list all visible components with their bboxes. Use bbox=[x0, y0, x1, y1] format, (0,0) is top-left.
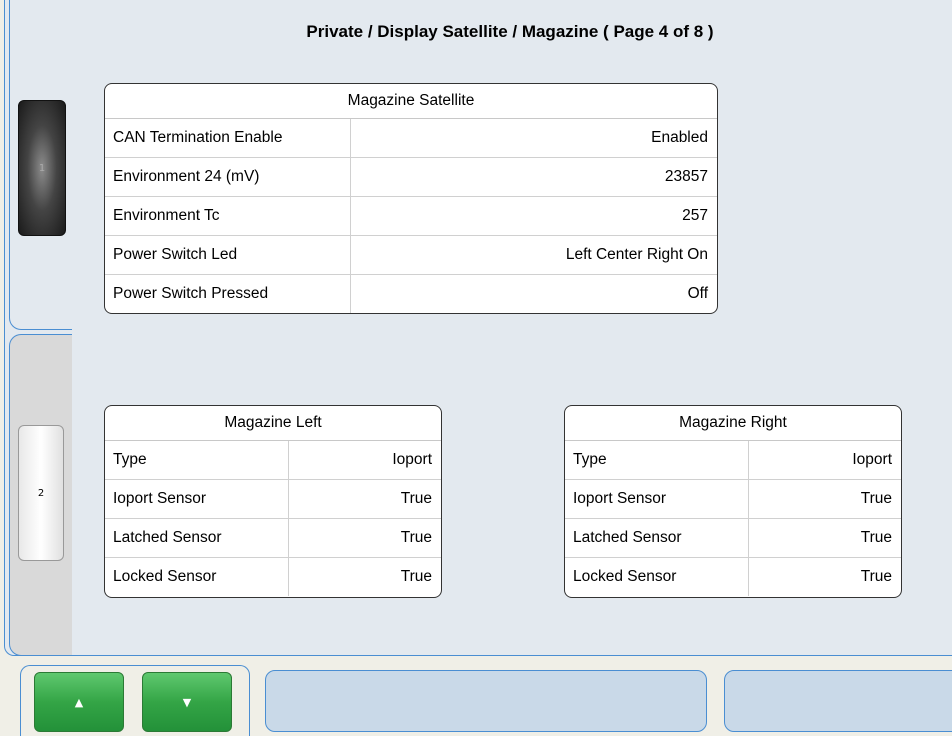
status-bar-center bbox=[265, 670, 707, 732]
row-label: Ioport Sensor bbox=[105, 480, 289, 518]
row-value: 23857 bbox=[664, 168, 708, 185]
row-label: Type bbox=[105, 441, 289, 479]
arrow-up-icon: ▲ bbox=[74, 695, 84, 709]
row-label: Environment 24 (mV) bbox=[105, 158, 351, 196]
table-row: CAN Termination Enable Enabled bbox=[105, 119, 717, 158]
row-label: Latched Sensor bbox=[565, 519, 749, 557]
page-2-button[interactable]: 2 bbox=[18, 425, 64, 561]
row-value: True bbox=[400, 490, 432, 507]
row-label: Environment Tc bbox=[105, 197, 351, 235]
magazine-right-card: Magazine Right Type Ioport Ioport Sensor… bbox=[564, 405, 902, 598]
table-row: Latched Sensor True bbox=[565, 519, 901, 558]
row-label: Locked Sensor bbox=[565, 558, 749, 596]
scroll-up-button[interactable]: ▲ bbox=[34, 672, 124, 732]
row-value: Left Center Right On bbox=[565, 246, 708, 263]
row-label: Locked Sensor bbox=[105, 558, 289, 596]
table-row: Ioport Sensor True bbox=[565, 480, 901, 519]
row-value: Ioport bbox=[392, 451, 432, 468]
table-row: Type Ioport bbox=[565, 441, 901, 480]
row-value: True bbox=[400, 568, 432, 585]
row-value: True bbox=[860, 568, 892, 585]
row-label: Ioport Sensor bbox=[565, 480, 749, 518]
magazine-satellite-card: Magazine Satellite CAN Termination Enabl… bbox=[104, 83, 718, 314]
table-row: Locked Sensor True bbox=[105, 558, 441, 596]
page-1-button[interactable]: 1 bbox=[18, 100, 66, 236]
table-row: Power Switch Pressed Off bbox=[105, 275, 717, 313]
row-label: CAN Termination Enable bbox=[105, 119, 351, 157]
page-title: Private / Display Satellite / Magazine (… bbox=[306, 22, 714, 41]
row-label: Power Switch Pressed bbox=[105, 275, 351, 313]
row-value: True bbox=[400, 529, 432, 546]
magazine-left-card: Magazine Left Type Ioport Ioport Sensor … bbox=[104, 405, 442, 598]
row-value: Enabled bbox=[651, 129, 708, 146]
row-value: True bbox=[860, 490, 892, 507]
status-bar-right bbox=[724, 670, 952, 732]
row-value: Ioport bbox=[852, 451, 892, 468]
scroll-down-button[interactable]: ▼ bbox=[142, 672, 232, 732]
card-title: Magazine Satellite bbox=[105, 84, 717, 119]
table-row: Power Switch Led Left Center Right On bbox=[105, 236, 717, 275]
row-value: Off bbox=[687, 285, 708, 302]
row-label: Type bbox=[565, 441, 749, 479]
row-label: Power Switch Led bbox=[105, 236, 351, 274]
row-label: Latched Sensor bbox=[105, 519, 289, 557]
table-row: Locked Sensor True bbox=[565, 558, 901, 596]
card-title: Magazine Left bbox=[105, 406, 441, 441]
arrow-down-icon: ▼ bbox=[182, 695, 192, 709]
row-value: 257 bbox=[682, 207, 708, 224]
table-row: Environment Tc 257 bbox=[105, 197, 717, 236]
table-row: Ioport Sensor True bbox=[105, 480, 441, 519]
table-row: Environment 24 (mV) 23857 bbox=[105, 158, 717, 197]
card-title: Magazine Right bbox=[565, 406, 901, 441]
row-value: True bbox=[860, 529, 892, 546]
table-row: Latched Sensor True bbox=[105, 519, 441, 558]
table-row: Type Ioport bbox=[105, 441, 441, 480]
